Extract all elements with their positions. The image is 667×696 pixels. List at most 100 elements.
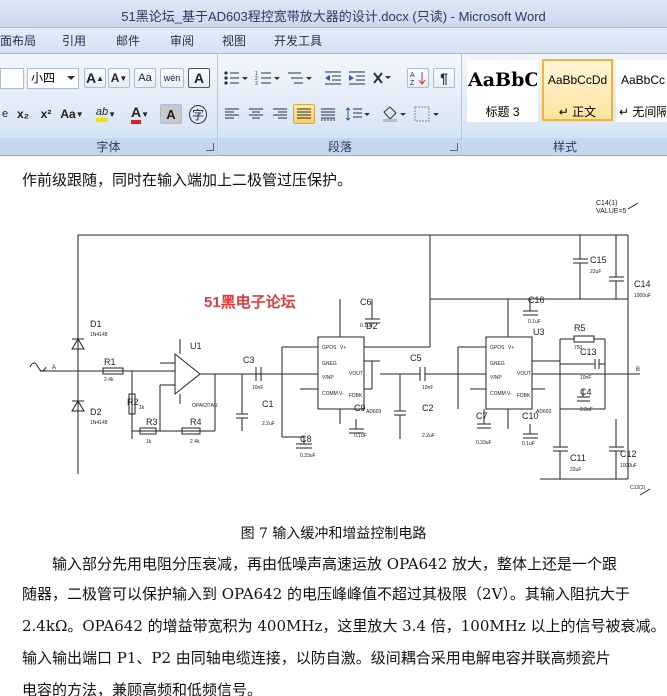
schematic-label: R2 [127, 397, 139, 407]
align-left-icon [225, 108, 239, 119]
font-group-label: 字体 [0, 138, 217, 154]
schematic-label: Z [410, 80, 415, 86]
schematic-label: C11 [570, 453, 586, 463]
schematic-label: AD603 [536, 409, 552, 415]
body-text-line: 输入部分先用电阻分压衰减，再由低噪声高速运放 OPA642 放大，整体上还是一个… [22, 555, 618, 573]
multilevel-list-button[interactable] [285, 68, 315, 88]
font-size-dropdown[interactable]: 小四 [27, 68, 79, 89]
schematic-label: 0.33uF [476, 440, 492, 446]
schematic-label: A [410, 72, 415, 79]
dialog-launcher-icon[interactable] [450, 143, 458, 151]
schematic-label: VALUE=5 [596, 208, 627, 215]
schematic-label: A [52, 365, 56, 371]
document-page[interactable]: 作前级跟随，同时在输入端加上二极管过压保护。 C14(1) VALUE=5 D1… [0, 157, 667, 696]
schematic-label: C6 [360, 297, 372, 307]
schematic-label: 0.33uF [300, 453, 316, 459]
shrink-font-button[interactable]: A ▼ [108, 68, 130, 88]
schematic-label: V+ [340, 345, 346, 351]
clear-format-button[interactable]: Aa [134, 68, 156, 88]
distributed-button[interactable] [317, 104, 339, 124]
schematic-label: U3 [533, 327, 545, 337]
schematic-label: C5 [410, 353, 422, 363]
char-border-button[interactable]: A [188, 68, 210, 88]
tab-view[interactable]: 视图 [222, 32, 246, 49]
tab-developer[interactable]: 开发工具 [274, 32, 322, 49]
figure-caption: 图 7 输入缓冲和增益控制电路 [240, 526, 427, 542]
align-right-button[interactable] [269, 104, 291, 124]
borders-button[interactable] [412, 104, 442, 124]
schematic-label: 2.4k [190, 439, 200, 445]
schematic-label: 0.1uF [528, 319, 541, 325]
line-spacing-icon [345, 107, 370, 121]
body-text-line: 输入输出端口 P1、P2 由同轴电缆连接，以防自激。级间耦合采用电解电容并联高频… [22, 649, 611, 667]
numbered-list-icon: 123 [255, 71, 280, 86]
show-marks-button[interactable]: ¶ [433, 68, 455, 88]
tab-mailings[interactable]: 邮件 [116, 32, 140, 49]
sort-button[interactable]: AZ [407, 68, 429, 88]
tab-page-layout[interactable]: 面布局 [0, 32, 36, 49]
multilevel-list-icon [288, 72, 312, 84]
schematic-label: V- [339, 391, 344, 397]
tab-review[interactable]: 审阅 [170, 32, 194, 49]
asian-layout-icon [373, 72, 391, 84]
schematic-label: VOUT [517, 371, 531, 377]
align-center-button[interactable] [245, 104, 267, 124]
enclose-char-button[interactable]: 字 [186, 104, 210, 124]
schematic-label: R1 [104, 357, 116, 367]
char-shading-button[interactable]: A [160, 104, 182, 124]
schematic-label: 0.1uF [522, 441, 535, 447]
numbering-button[interactable]: 123 [253, 68, 283, 88]
highlight-button[interactable]: ab ▼ [90, 104, 122, 124]
style-no-spacing[interactable]: AaBbCc ↵ 无间隔 [616, 60, 667, 122]
dialog-launcher-icon[interactable] [206, 143, 214, 151]
asian-layout-button[interactable] [370, 68, 400, 88]
superscript-button[interactable]: x² [35, 104, 57, 124]
chevron-down-icon [67, 76, 75, 80]
schematic-label: C16 [528, 295, 545, 305]
paint-bucket-icon [383, 106, 406, 122]
schematic-label: 10nF [252, 385, 263, 391]
bullets-button[interactable] [221, 68, 251, 88]
justify-button[interactable] [293, 104, 315, 124]
strikethrough-button[interactable]: e [0, 104, 10, 124]
style-heading3[interactable]: AaBbC 标题 3 [467, 60, 538, 122]
schematic-label: 1k [146, 439, 152, 445]
shading-button[interactable] [379, 104, 409, 124]
schematic-label: GNEG [490, 361, 505, 367]
schematic-label: C1 [262, 399, 274, 409]
align-left-button[interactable] [221, 104, 243, 124]
font-size-value: 小四 [31, 71, 56, 85]
body-text-line: 作前级跟随，同时在输入端加上二极管过压保护。 [22, 171, 353, 189]
schematic-label: 1000uF [620, 463, 637, 469]
schematic-label: 1N4148 [90, 332, 108, 338]
schematic-label: VOUT [349, 371, 363, 377]
decrease-indent-button[interactable] [322, 68, 344, 88]
grow-font-button[interactable]: A ▲ [84, 68, 106, 88]
schematic-label: 3 [255, 81, 258, 86]
schematic-label: C15 [590, 255, 607, 265]
increase-indent-button[interactable] [346, 68, 368, 88]
change-case-button[interactable]: Aa ▼ [58, 104, 86, 124]
line-spacing-button[interactable] [343, 104, 373, 124]
phonetic-guide-button[interactable]: wén [160, 68, 184, 88]
schematic-label: GNEG [322, 361, 337, 367]
tab-references[interactable]: 引用 [62, 32, 86, 49]
schematic-label: FDBK [349, 393, 363, 399]
font-name-dropdown[interactable] [0, 68, 24, 89]
subscript-button[interactable]: x₂ [12, 104, 34, 124]
schematic-label: 2.2uF [422, 433, 435, 439]
schematic-label: U1 [190, 341, 202, 351]
justify-icon [297, 108, 311, 119]
schematic-label: R3 [146, 417, 158, 427]
schematic-label: 1N4148 [90, 420, 108, 426]
window-title: 51黑论坛_基于AD603程控宽带放大器的设计.docx (只读) - Micr… [121, 9, 546, 24]
schematic-label: C3 [243, 355, 255, 365]
schematic-label: AD603 [366, 409, 382, 415]
schematic-label: 2.4k [104, 377, 114, 383]
schematic-label: C4 [580, 387, 592, 397]
circuit-schematic: C14(1) VALUE=5 D1 1N4148 D2 1N4148 A B R… [29, 200, 651, 496]
schematic-label: OPA637AU [192, 403, 218, 409]
schematic-label: 0.1uF [354, 433, 367, 439]
style-normal[interactable]: AaBbCcDd ↵ 正文 [542, 59, 613, 121]
font-color-button[interactable]: A ▼ [125, 104, 155, 124]
